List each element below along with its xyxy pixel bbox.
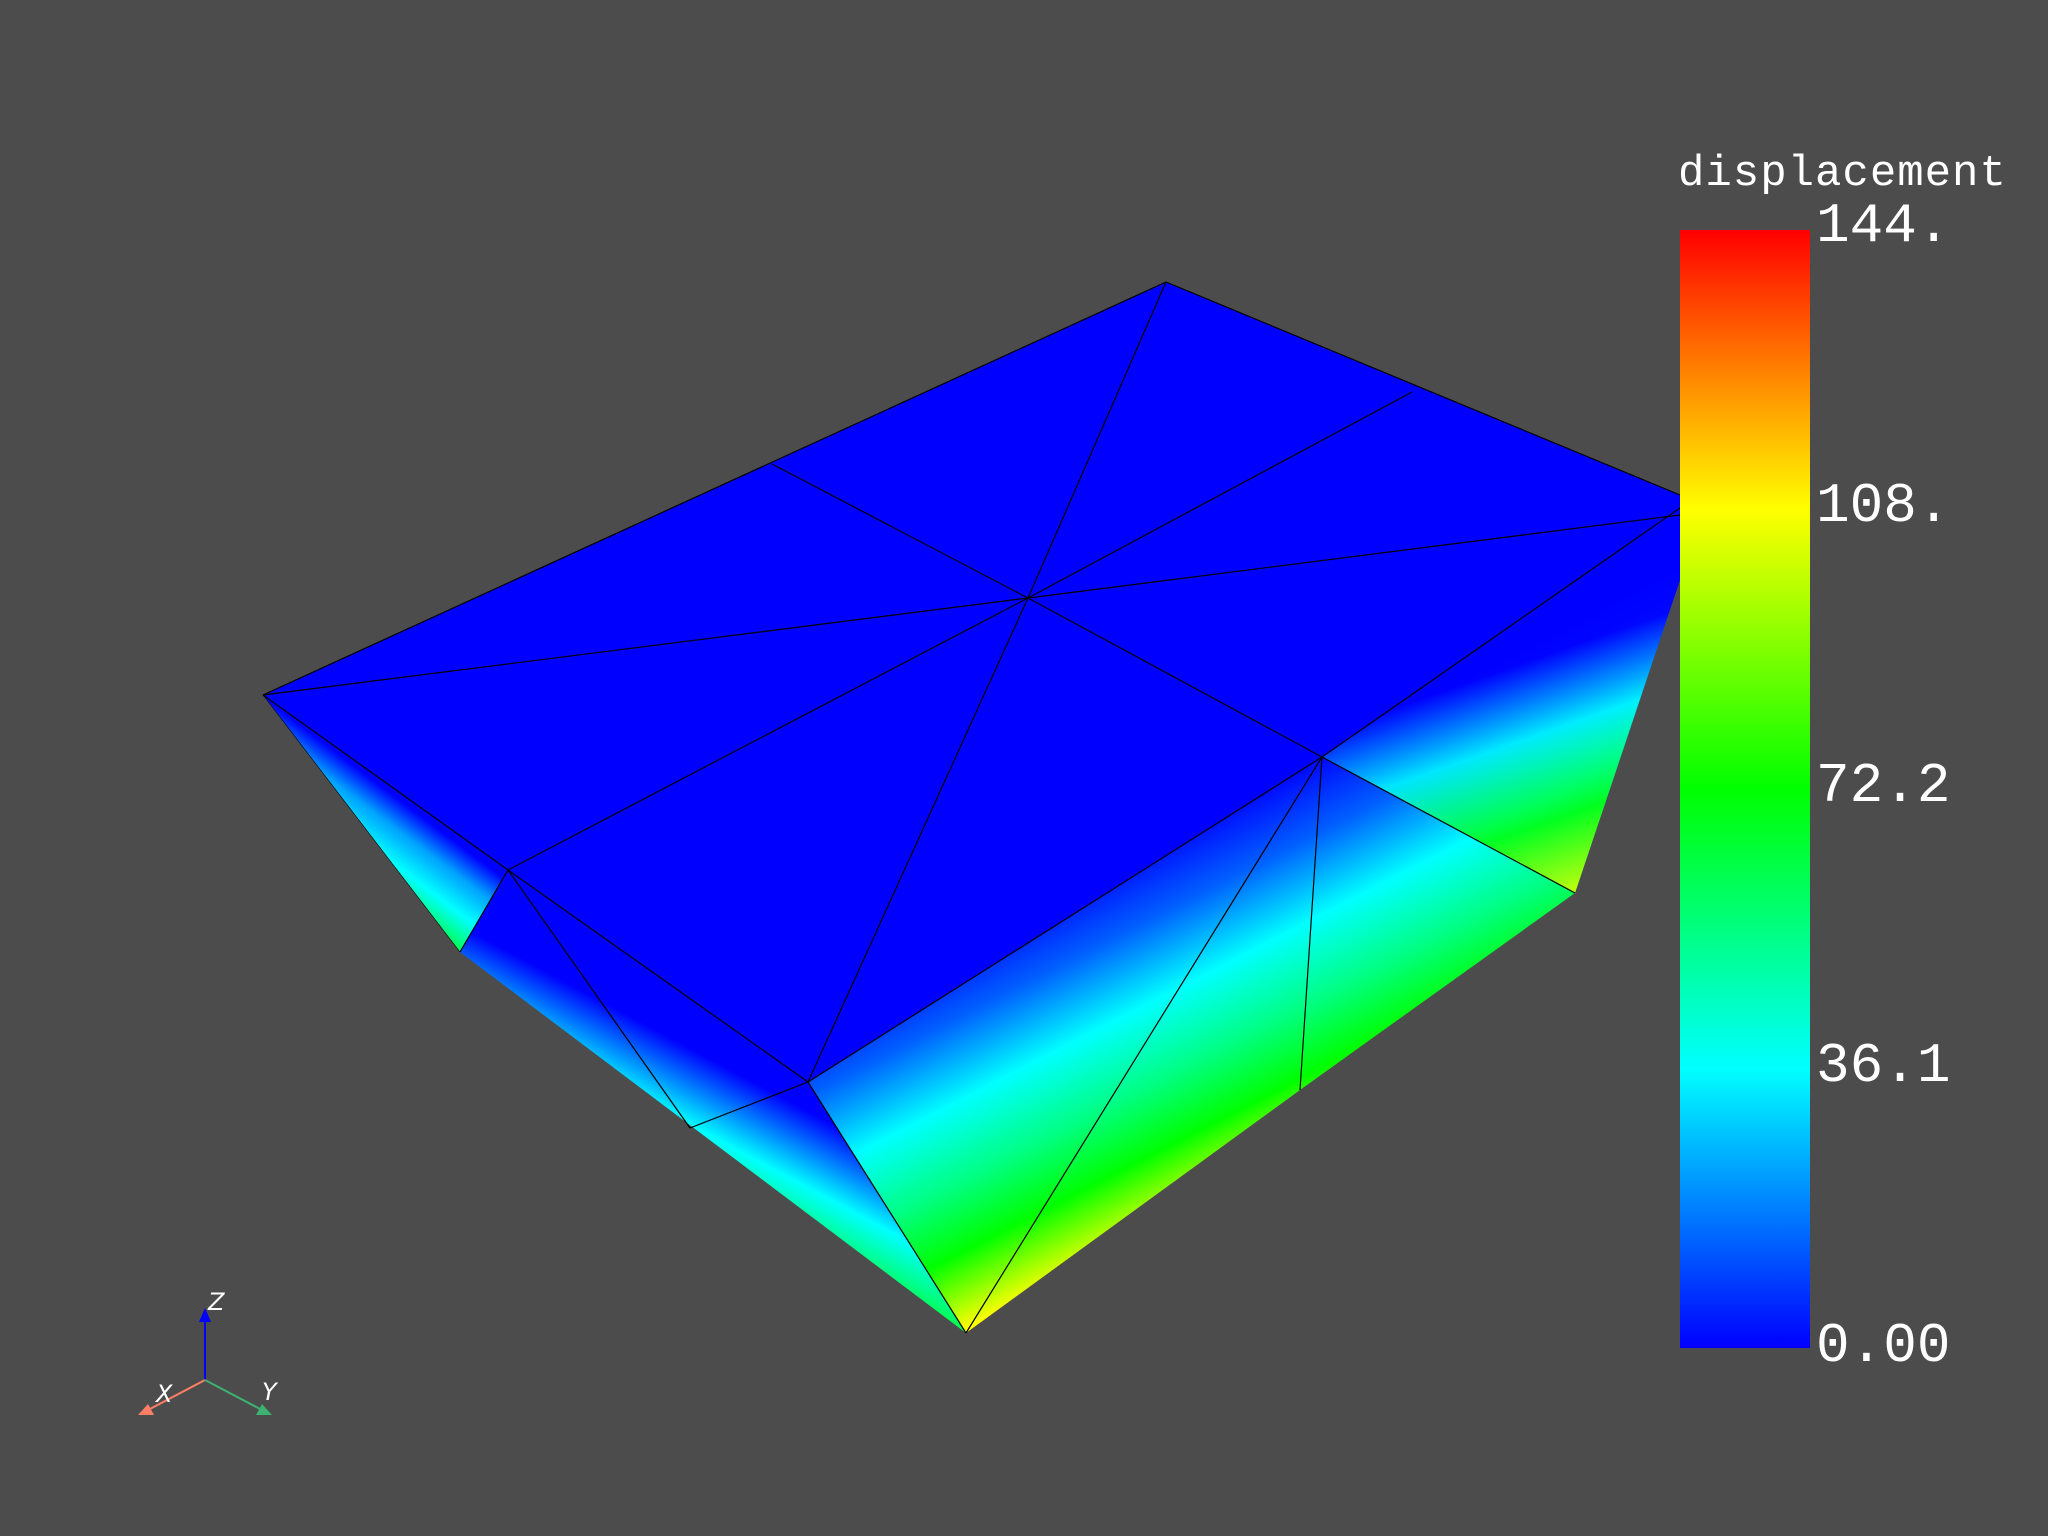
x-axis-label: X: [154, 1380, 173, 1408]
scalar-bar-tick-label: 36.1: [1816, 1034, 1951, 1098]
render-viewport[interactable]: displacement 144. 108. 72.2 36.1 0.00 Z …: [0, 0, 2048, 1536]
y-axis-label: Y: [262, 1378, 279, 1406]
scalar-bar-title: displacement: [1678, 149, 2007, 199]
scalar-bar-colormap: [1680, 230, 1810, 1348]
scalar-bar-tick-label: 0.00: [1816, 1314, 1951, 1378]
scalar-bar-tick-label: 72.2: [1816, 754, 1951, 818]
scalar-bar-tick-label: 144.: [1816, 194, 1951, 258]
z-axis-label: Z: [207, 1288, 225, 1316]
y-axis-line: [204, 1379, 263, 1411]
x-axis-arrow-icon: [138, 1404, 154, 1415]
orientation-axes-widget: Z X Y: [130, 1280, 290, 1440]
scalar-bar-tick-label: 108.: [1816, 474, 1951, 538]
